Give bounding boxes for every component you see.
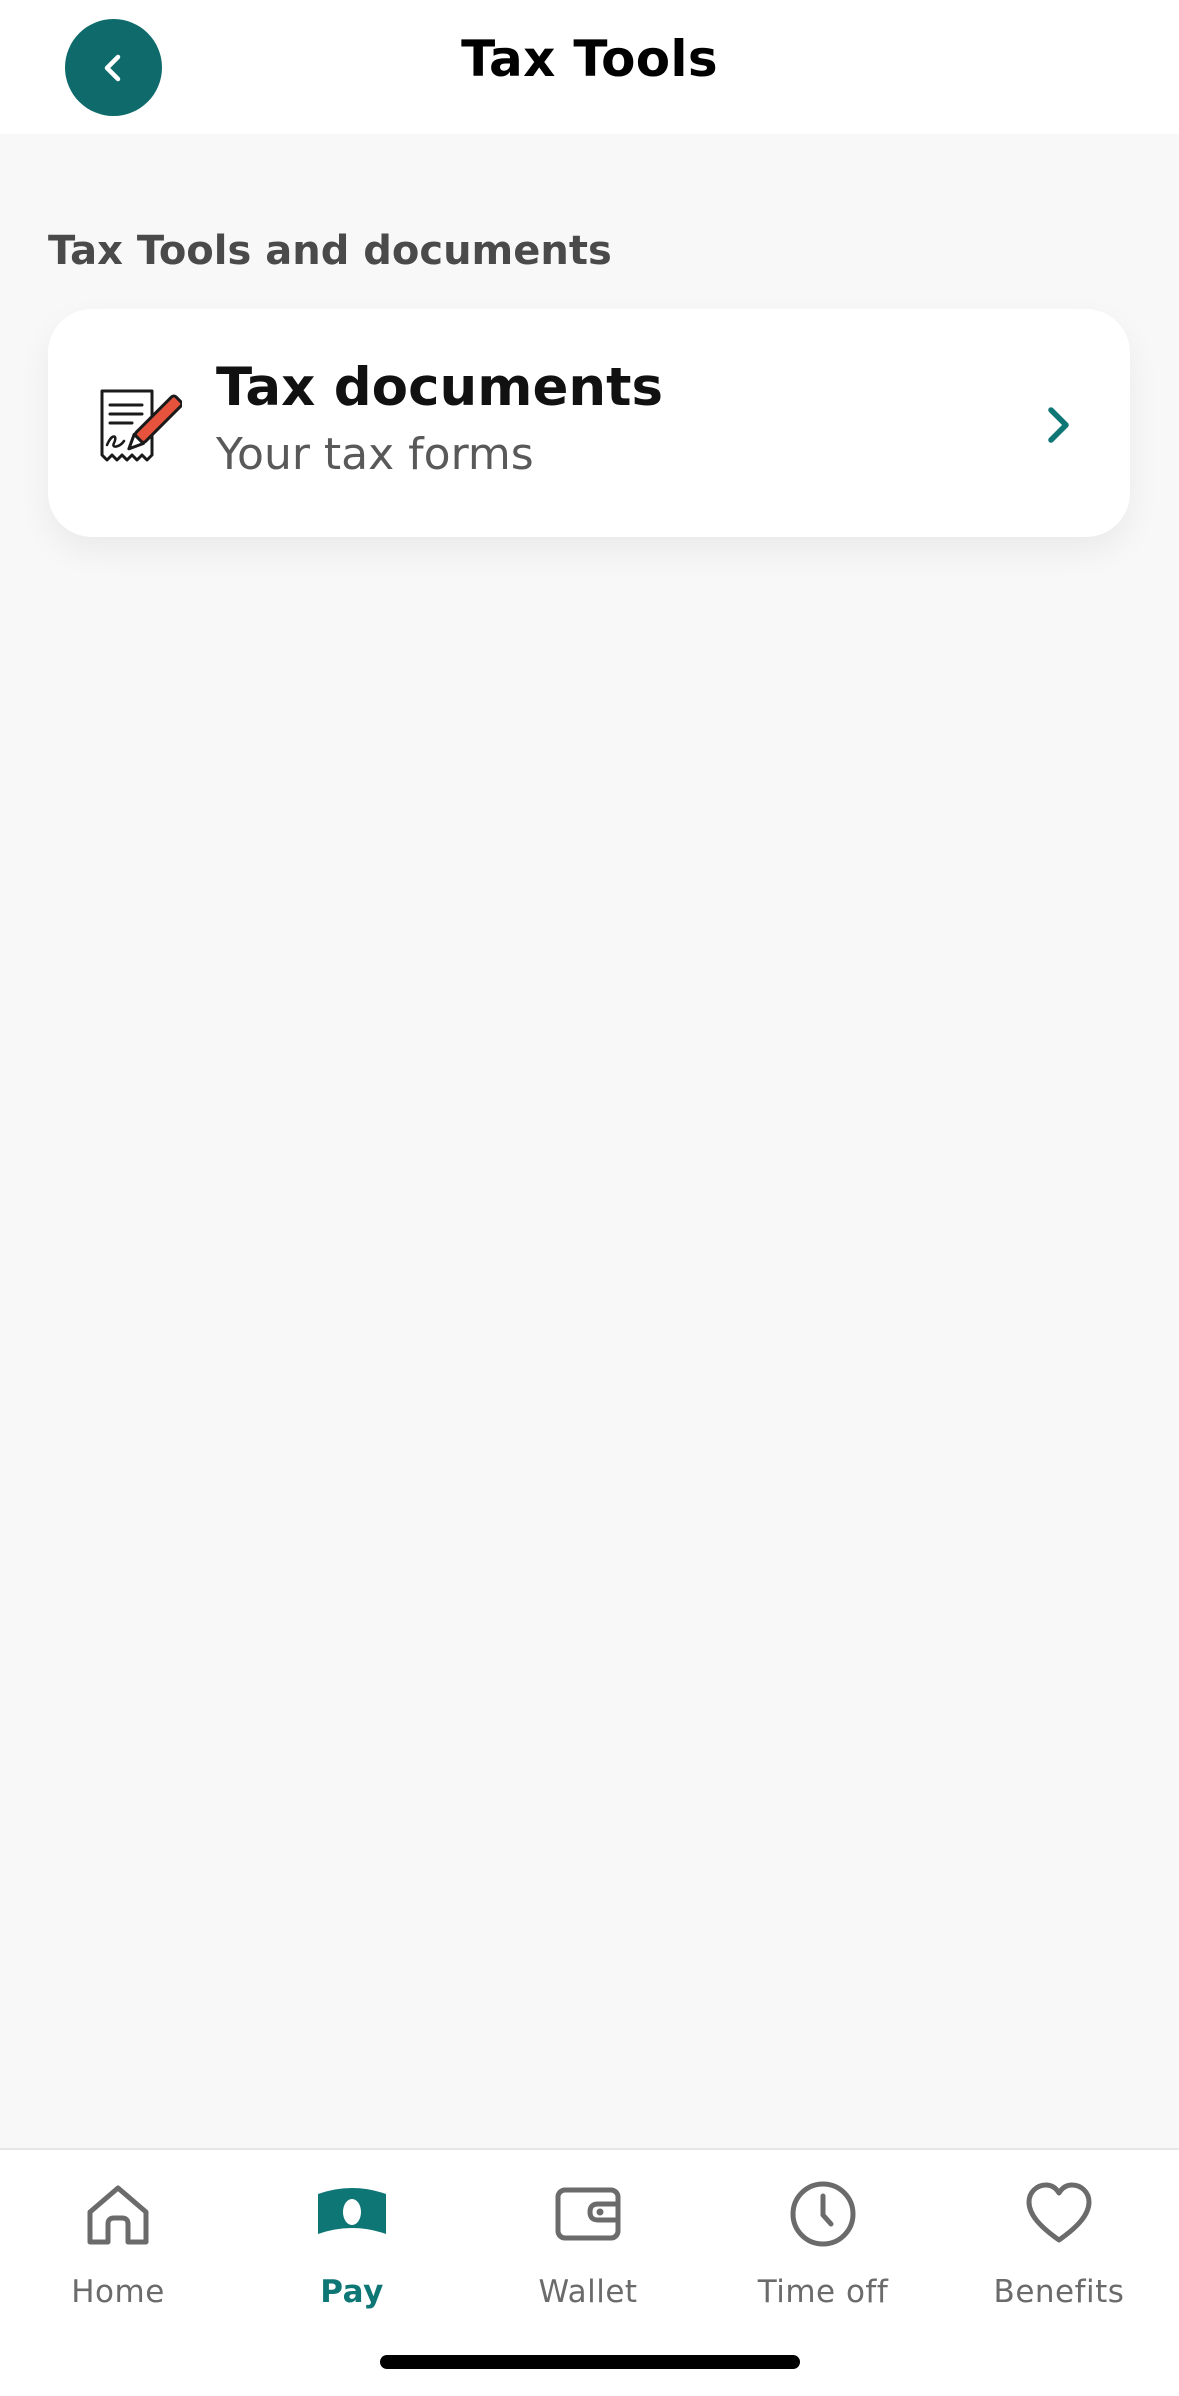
- signed-document-icon: [100, 389, 182, 462]
- tax-tools-screen: Tax Tools Tax Tools and documents Tax do…: [0, 0, 1179, 2396]
- chevron-right-icon: [1048, 407, 1069, 443]
- tab-label-pay: Pay: [320, 2274, 384, 2310]
- tax-documents-card[interactable]: Tax documents Your tax forms: [48, 309, 1130, 537]
- section-title: Tax Tools and documents: [48, 228, 612, 274]
- tab-pay[interactable]: Pay: [252, 2174, 452, 2324]
- tab-benefits[interactable]: Benefits: [959, 2174, 1159, 2324]
- money-icon: [318, 2188, 386, 2234]
- heart-icon: [1026, 2182, 1092, 2243]
- tab-label-benefits: Benefits: [993, 2274, 1125, 2310]
- tab-label-home: Home: [71, 2274, 165, 2310]
- tab-time-off[interactable]: Time off: [723, 2174, 923, 2324]
- tab-label-wallet: Wallet: [538, 2274, 638, 2310]
- clock-icon: [790, 2181, 856, 2247]
- wallet-icon: [555, 2187, 621, 2241]
- tab-home[interactable]: Home: [18, 2174, 218, 2324]
- card-title: Tax documents: [216, 357, 664, 418]
- header: Tax Tools: [0, 0, 1179, 134]
- tab-wallet[interactable]: Wallet: [488, 2174, 688, 2324]
- home-icon: [87, 2185, 149, 2245]
- page-title: Tax Tools: [461, 30, 718, 88]
- card-subtitle: Your tax forms: [216, 429, 534, 480]
- tab-label-time-off: Time off: [757, 2274, 889, 2310]
- home-indicator: [380, 2355, 800, 2369]
